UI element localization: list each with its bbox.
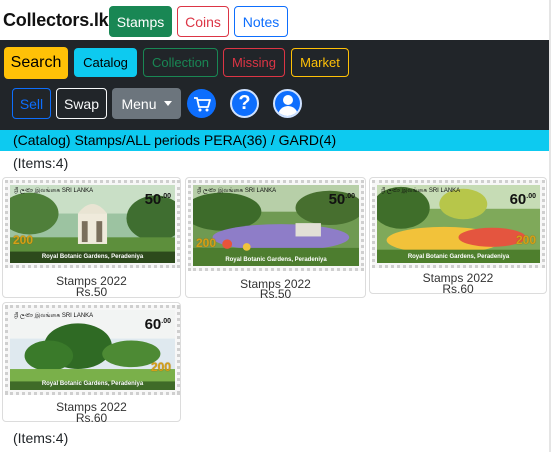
stamp-anniversary: 200 <box>13 233 34 247</box>
stamp-image-3[interactable]: ශ්‍රී ලංකා இலங்கை SRI LANKA 60.00 200 Ro… <box>372 180 545 268</box>
main-navbar: Search Catalog Collection Missing Market… <box>0 40 551 130</box>
card-price: Rs.50 <box>259 287 292 301</box>
caret-down-icon <box>163 101 172 106</box>
cart-icon[interactable] <box>187 89 216 118</box>
stamp-value-cents: .00 <box>161 193 171 200</box>
market-button[interactable]: Market <box>291 48 349 77</box>
swap-button[interactable]: Swap <box>56 88 107 119</box>
stamp-card-3[interactable]: ශ්‍රී ලංකා இலங்கை SRI LANKA 60.00 200 Ro… <box>369 177 547 296</box>
notes-tab-button[interactable]: Notes <box>234 6 288 37</box>
stamp-denomination: 50.00 <box>329 191 355 208</box>
stamp-country: ශ්‍රී ලංකා இலங்கை SRI LANKA <box>14 188 94 194</box>
stamp-value-cents: .00 <box>161 318 171 325</box>
coins-tab-button[interactable]: Coins <box>177 6 229 37</box>
stamp-image-1[interactable]: ශ්‍රී ලංකා இலங்கை SRI LANKA 50.00 200 Ro… <box>5 180 180 268</box>
stamp-value: 60 <box>144 316 162 333</box>
stamp-caption: Royal Botanic Gardens, Peradeniya <box>225 257 327 263</box>
stamp-anniversary: 200 <box>515 233 536 247</box>
stamp-caption: Royal Botanic Gardens, Peradeniya <box>41 254 144 260</box>
card-price: Rs.50 <box>75 285 108 299</box>
top-bar: Collectors.lk Stamps Coins Notes <box>0 0 551 40</box>
items-count-bottom: (Items:4) <box>13 430 69 446</box>
stamp-card-2[interactable]: ශ්‍රී ලංකා இலங்கை SRI LANKA 50.00 200 Ro… <box>185 177 366 301</box>
stamp-value-cents: .00 <box>526 193 536 200</box>
missing-button[interactable]: Missing <box>223 48 285 77</box>
stamp-anniversary: 200 <box>196 236 217 250</box>
card-price: Rs.60 <box>75 411 108 425</box>
cart-glyph <box>193 96 211 111</box>
stamps-tab-button[interactable]: Stamps <box>109 6 172 37</box>
stamp-country: ශ්‍රී ලංකා இலங்கை SRI LANKA <box>197 188 277 194</box>
stamp-denomination: 50.00 <box>145 191 171 208</box>
stamp-caption: Royal Botanic Gardens, Peradeniya <box>41 381 144 387</box>
stamp-value: 50 <box>144 191 162 208</box>
help-icon[interactable]: ? <box>230 89 259 118</box>
catalog-button[interactable]: Catalog <box>74 48 137 77</box>
stamp-value: 50 <box>328 191 346 208</box>
avatar-body <box>278 106 298 116</box>
stamp-card-4[interactable]: ශ්‍රී ලංකා இலங்கை SRI LANKA 60.00 200 Ro… <box>2 302 181 425</box>
breadcrumb: (Catalog) Stamps/ALL periods PERA(36) / … <box>0 130 551 151</box>
stamp-value: 60 <box>509 191 527 208</box>
stamp-country: ශ්‍රී ලංකා இலங்கை SRI LANKA <box>381 188 461 194</box>
user-avatar-icon[interactable] <box>273 89 302 118</box>
stamp-card-1[interactable]: ශ්‍රී ලංකා இலங்கை SRI LANKA 50.00 200 Ro… <box>2 177 181 299</box>
menu-label: Menu <box>121 95 157 112</box>
stamp-value-cents: .00 <box>345 193 355 200</box>
search-button[interactable]: Search <box>4 47 68 79</box>
stamp-denomination: 60.00 <box>510 191 536 208</box>
items-count-top: (Items:4) <box>13 155 69 171</box>
stamp-image-2[interactable]: ශ්‍රී ලංකා இலங்கை SRI LANKA 50.00 200 Ro… <box>188 180 364 271</box>
brand-logo[interactable]: Collectors.lk <box>3 10 109 31</box>
stamp-caption: Royal Botanic Gardens, Peradeniya <box>407 254 510 260</box>
sell-button[interactable]: Sell <box>12 88 51 119</box>
avatar-head <box>283 95 293 105</box>
stamp-denomination: 60.00 <box>145 316 171 333</box>
stamp-country: ශ්‍රී ලංකා இலங்கை SRI LANKA <box>14 313 94 319</box>
card-price: Rs.60 <box>442 282 474 296</box>
collection-button[interactable]: Collection <box>143 48 218 77</box>
stamp-anniversary: 200 <box>150 360 171 374</box>
stamp-image-4[interactable]: ශ්‍රී ලංකා இலங்கை SRI LANKA 60.00 200 Ro… <box>5 305 180 395</box>
menu-dropdown-button[interactable]: Menu <box>112 88 181 119</box>
